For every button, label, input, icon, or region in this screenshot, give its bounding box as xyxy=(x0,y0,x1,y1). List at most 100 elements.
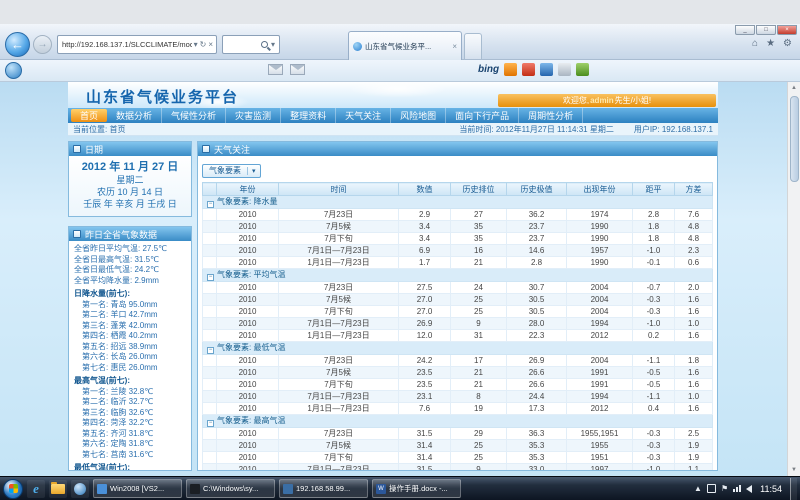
forward-button[interactable]: → xyxy=(33,35,52,54)
nav-item-6[interactable]: 风险地图 xyxy=(391,108,446,123)
close-window-button[interactable]: × xyxy=(777,25,797,35)
sidebar-rank-item: 第七名: 莒南 31.6℃ xyxy=(74,450,189,461)
tray-chevron-up-icon[interactable]: ▲ xyxy=(694,484,702,493)
table-row: 20107月下旬3.43523.719901.84.8 xyxy=(203,233,713,245)
nav-item-1[interactable]: 数据分析 xyxy=(107,108,162,123)
table-row: 20107月1日—7月23日23.1824.41994-1.11.0 xyxy=(203,391,713,403)
table-cell: 23.7 xyxy=(507,233,567,245)
table-row: 20107月23日31.52936.31955,1951-0.32.5 xyxy=(203,428,713,440)
table-cell: 23.5 xyxy=(399,379,451,391)
new-tab-button[interactable] xyxy=(464,33,482,59)
taskbar-window-button[interactable]: C:\Windows\sy... xyxy=(186,479,275,498)
toolbar-red-icon[interactable] xyxy=(522,63,535,76)
table-section-label: 气象要素: 降水量 xyxy=(217,197,277,206)
table-cell: 9 xyxy=(451,464,507,471)
taskbar-clock[interactable]: 11:54 xyxy=(757,484,785,494)
toolbar-logo-icon[interactable] xyxy=(5,62,22,79)
site-title: 山东省气候业务平台 xyxy=(86,86,239,107)
show-desktop-button[interactable] xyxy=(790,478,797,500)
welcome-prefix: 欢迎您, xyxy=(563,95,589,106)
search-icon[interactable] xyxy=(261,41,268,48)
nav-item-4[interactable]: 整理资料 xyxy=(281,108,336,123)
taskbar-explorer-icon[interactable] xyxy=(49,480,67,498)
table-section-row[interactable]: −气象要素: 最低气温 xyxy=(203,342,713,355)
collapse-icon[interactable]: − xyxy=(207,201,214,208)
table-cell: 2004 xyxy=(567,306,633,318)
table-cell: 21 xyxy=(451,367,507,379)
row-select-cell xyxy=(203,257,217,269)
toolbar-blue-icon[interactable] xyxy=(540,63,553,76)
taskbar-ie-icon[interactable]: e xyxy=(27,480,45,498)
element-filter-button[interactable]: 气象要素 ▾ xyxy=(202,164,261,178)
table-row: 20101月1日—7月23日1.7212.81990-0.10.6 xyxy=(203,257,713,269)
start-button[interactable] xyxy=(3,479,23,499)
mail-icon[interactable] xyxy=(290,64,305,75)
toolbar-green-icon[interactable] xyxy=(576,63,589,76)
row-select-cell xyxy=(203,391,217,403)
table-cell: 7月下旬 xyxy=(279,379,399,391)
table-row: 20107月1日—7月23日6.91614.61957-1.02.3 xyxy=(203,245,713,257)
scrollbar-thumb[interactable] xyxy=(790,96,799,182)
table-cell: -0.3 xyxy=(633,306,675,318)
ime-indicator-icon[interactable] xyxy=(707,484,716,493)
tools-gear-icon[interactable]: ⚙ xyxy=(783,38,792,49)
nav-item-5[interactable]: 天气关注 xyxy=(336,108,391,123)
search-dropdown-icon[interactable]: ▾ xyxy=(271,40,275,49)
network-icon[interactable] xyxy=(733,485,741,492)
table-cell: 31 xyxy=(451,330,507,342)
address-dropdown-icon[interactable]: ▾ xyxy=(194,40,198,49)
table-section-row[interactable]: −气象要素: 降水量 xyxy=(203,196,713,209)
search-input[interactable]: ▾ xyxy=(222,35,280,54)
table-cell: 7月1日—7月23日 xyxy=(279,318,399,330)
nav-item-7[interactable]: 面向下行产品 xyxy=(446,108,519,123)
nav-item-2[interactable]: 气候性分析 xyxy=(162,108,226,123)
row-select-cell xyxy=(203,379,217,391)
collapse-icon[interactable]: − xyxy=(207,274,214,281)
table-cell: 7月1日—7月23日 xyxy=(279,391,399,403)
bing-logo[interactable]: bing xyxy=(478,64,499,75)
calendar-ganzhi: 壬辰 年 辛亥 月 壬戌 日 xyxy=(69,198,191,210)
action-center-flag-icon[interactable]: ⚑ xyxy=(721,484,728,493)
speaker-icon[interactable] xyxy=(746,485,752,493)
refresh-icon[interactable]: ↻ xyxy=(200,40,207,49)
favorites-star-icon[interactable]: ★ xyxy=(766,38,775,49)
stop-icon[interactable]: × xyxy=(208,40,213,49)
camera-icon[interactable] xyxy=(558,63,571,76)
address-bar[interactable]: http://192.168.137.1/SLCCLIMATE/modulers… xyxy=(57,35,217,54)
table-row: 20107月1日—7月23日26.9928.01994-1.01.0 xyxy=(203,318,713,330)
tab-close-icon[interactable]: × xyxy=(452,42,457,51)
taskbar-window-button[interactable]: W操作手册.docx -... xyxy=(372,479,461,498)
mail-icon[interactable] xyxy=(268,64,283,75)
table-cell: 1951 xyxy=(567,452,633,464)
browser-chrome: _ □ × ← → http://192.168.137.1/SLCCLIMAT… xyxy=(0,24,800,60)
collapse-icon[interactable]: − xyxy=(207,420,214,427)
table-cell: -1.0 xyxy=(633,464,675,471)
taskbar-window-button[interactable]: Win2008 [VS2... xyxy=(93,479,182,498)
scroll-up-icon[interactable]: ▲ xyxy=(791,82,797,94)
vertical-scrollbar[interactable]: ▲ ▼ xyxy=(787,82,800,476)
table-cell: 1.8 xyxy=(675,355,713,367)
table-cell: 1月1日—7月23日 xyxy=(279,403,399,415)
table-cell: 2012 xyxy=(567,403,633,415)
province-stats-panel: 昨日全省气象数据 全省昨日平均气温: 27.5℃全省日最高气温: 31.5℃全省… xyxy=(68,226,192,471)
collapse-icon[interactable]: − xyxy=(207,347,214,354)
taskbar-window-button[interactable]: 192.168.58.99... xyxy=(279,479,368,498)
home-icon[interactable]: ⌂ xyxy=(752,38,758,49)
url-text[interactable]: http://192.168.137.1/SLCCLIMATE/modulers… xyxy=(62,40,192,49)
table-section-row[interactable]: −气象要素: 最高气温 xyxy=(203,415,713,428)
browser-tab[interactable]: 山东省气候业务平... × xyxy=(348,31,462,60)
minimize-button[interactable]: _ xyxy=(735,25,755,35)
window-icon: W xyxy=(376,484,386,494)
scroll-down-icon[interactable]: ▼ xyxy=(791,464,797,476)
row-select-cell xyxy=(203,209,217,221)
nav-item-8[interactable]: 周期性分析 xyxy=(519,108,583,123)
taskbar-media-icon[interactable] xyxy=(71,480,89,498)
table-cell: 4.8 xyxy=(675,221,713,233)
nav-item-0[interactable]: 首页 xyxy=(71,109,107,122)
nav-item-3[interactable]: 灾害监测 xyxy=(226,108,281,123)
back-button[interactable]: ← xyxy=(5,32,30,57)
table-section-row[interactable]: −气象要素: 平均气温 xyxy=(203,269,713,282)
window-label: C:\Windows\sy... xyxy=(203,484,258,493)
toolbar-orange-icon[interactable] xyxy=(504,63,517,76)
maximize-button[interactable]: □ xyxy=(756,25,776,35)
